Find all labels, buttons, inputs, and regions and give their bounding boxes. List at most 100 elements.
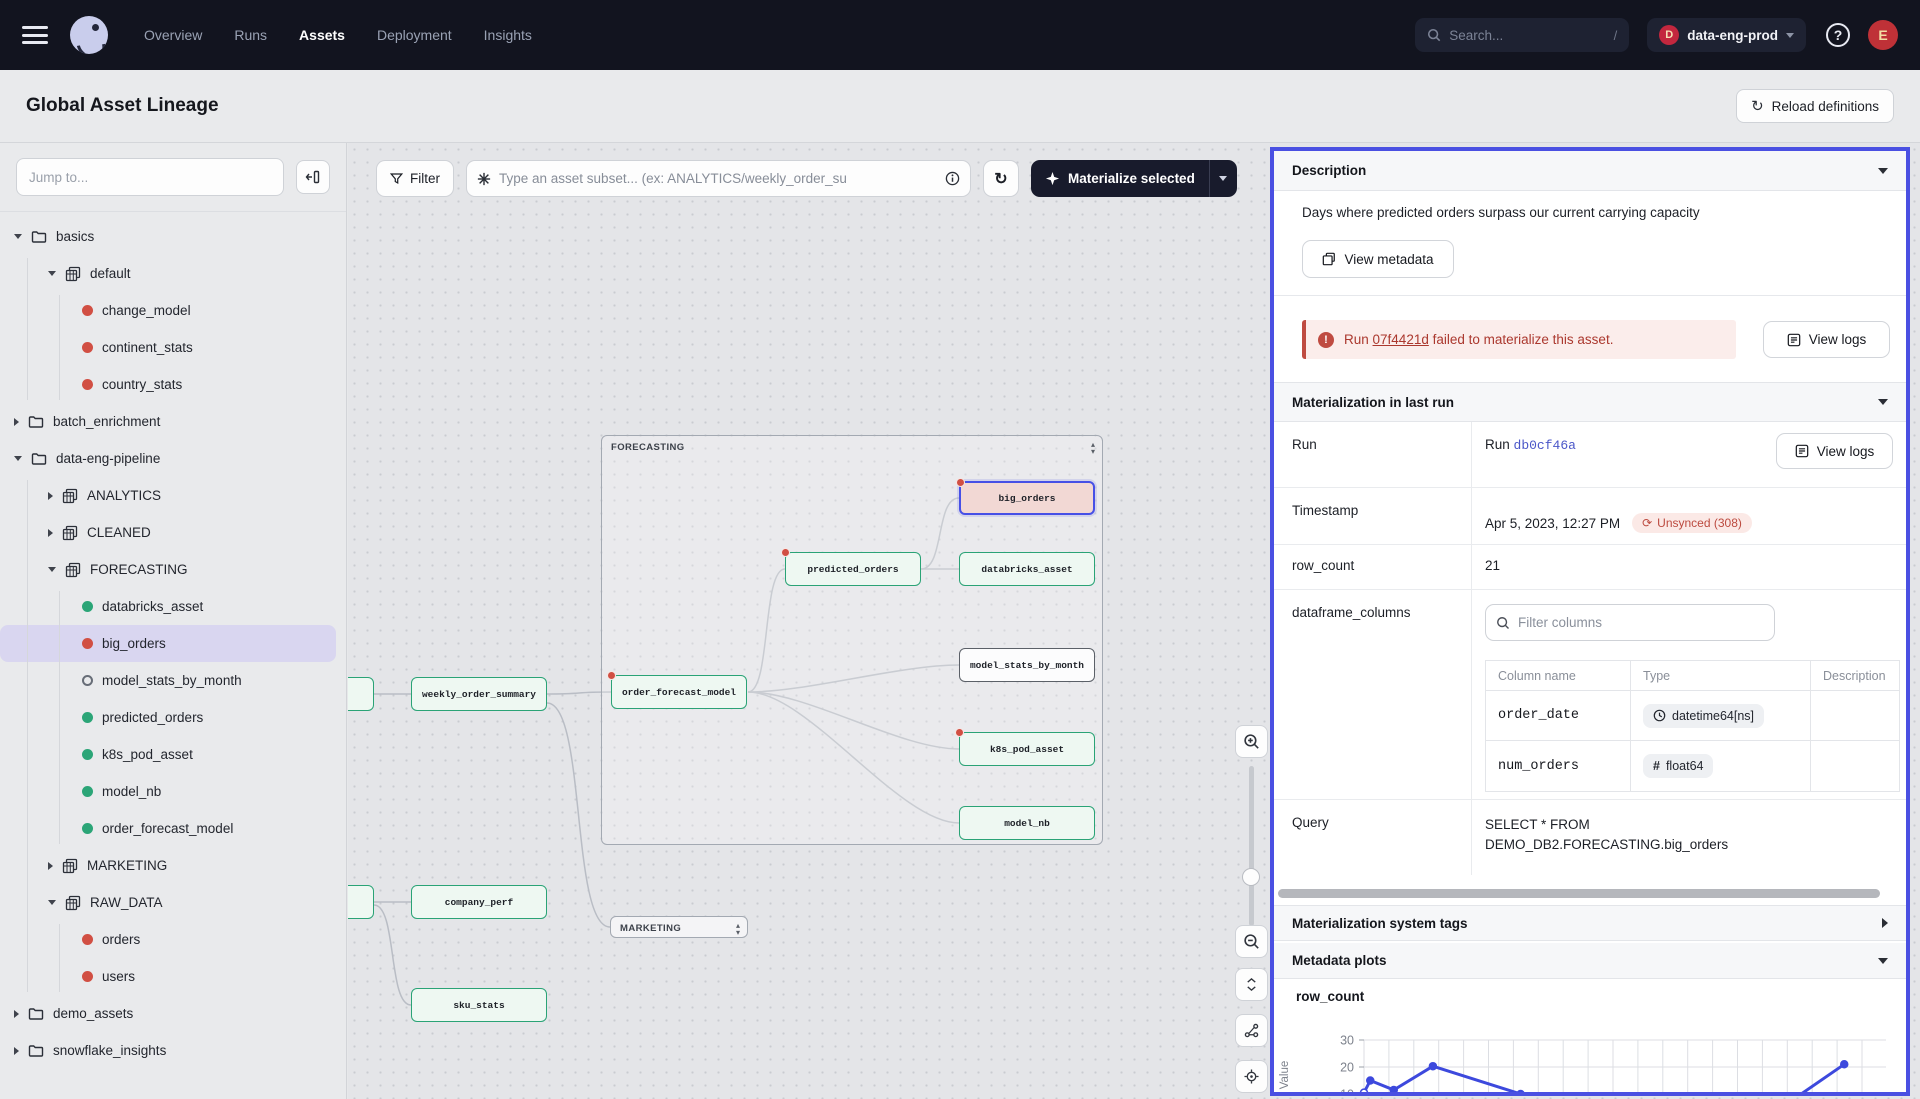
group-box-marketing[interactable]: MARKETING▴▾	[610, 916, 748, 938]
caret-right-icon[interactable]	[48, 529, 53, 537]
asset-node-predicted_orders[interactable]: predicted_orders	[785, 552, 921, 586]
asset-node-sku_stats[interactable]: sku_stats	[411, 988, 547, 1022]
materialize-selected-button[interactable]: Materialize selected	[1031, 160, 1237, 197]
materialize-main[interactable]: Materialize selected	[1031, 160, 1209, 197]
sidebar-item-CLEANED[interactable]: CLEANED	[0, 514, 346, 551]
expand-group-icon[interactable]: ▴▾	[736, 922, 740, 936]
clock-icon	[1653, 709, 1666, 722]
help-icon[interactable]: ?	[1826, 23, 1850, 47]
nav-item-assets[interactable]: Assets	[299, 27, 345, 43]
caret-down-icon[interactable]	[14, 234, 22, 239]
filter-columns-input[interactable]	[1518, 615, 1764, 630]
chevron-down-icon[interactable]	[1878, 168, 1888, 174]
caret-right-icon[interactable]	[14, 1047, 19, 1055]
caret-right-icon[interactable]	[14, 1010, 19, 1018]
asset-node-company_perf[interactable]: company_perf	[411, 885, 547, 919]
sidebar-item-ANALYTICS[interactable]: ANALYTICS	[0, 477, 346, 514]
run-id[interactable]: db0cf46a	[1514, 438, 1576, 453]
sidebar-item-default[interactable]: default	[0, 255, 346, 292]
caret-right-icon[interactable]	[14, 418, 19, 426]
view-logs-button[interactable]: View logs	[1763, 321, 1890, 358]
jump-to-input[interactable]	[16, 158, 284, 196]
search-icon	[1496, 616, 1510, 630]
caret-down-icon[interactable]	[48, 271, 56, 276]
sidebar-item-orders[interactable]: orders	[0, 921, 346, 958]
reload-definitions-button[interactable]: ↻ Reload definitions	[1736, 89, 1894, 123]
unsynced-badge[interactable]: ⟳Unsynced (308)	[1632, 513, 1752, 533]
metadata-plots-section-header[interactable]: Metadata plots	[1274, 943, 1906, 979]
asset-node-model_nb[interactable]: model_nb	[959, 806, 1095, 840]
zoom-slider-track[interactable]	[1249, 766, 1254, 926]
view-metadata-button[interactable]: View metadata	[1302, 240, 1454, 278]
caret-right-icon[interactable]	[48, 492, 53, 500]
sidebar-item-RAW_DATA[interactable]: RAW_DATA	[0, 884, 346, 921]
horizontal-scrollbar[interactable]	[1278, 889, 1880, 898]
caret-down-icon[interactable]	[48, 567, 56, 572]
dagster-logo-icon[interactable]	[70, 16, 108, 54]
nav-item-overview[interactable]: Overview	[144, 27, 202, 43]
sidebar-item-k8s_pod_asset[interactable]: k8s_pod_asset	[0, 736, 346, 773]
asset-node-partial[interactable]	[348, 885, 374, 919]
locate-button[interactable]	[1235, 1060, 1268, 1093]
plot-title: row_count	[1296, 989, 1364, 1004]
menu-icon[interactable]	[22, 26, 48, 44]
sidebar-item-model_nb[interactable]: model_nb	[0, 773, 346, 810]
collapse-groups-button[interactable]	[1235, 968, 1268, 1001]
description-section-header[interactable]: Description	[1274, 151, 1906, 191]
sidebar-item-databricks_asset[interactable]: databricks_asset	[0, 588, 346, 625]
chevron-right-icon[interactable]	[1882, 918, 1888, 928]
sidebar-item-big_orders[interactable]: big_orders	[0, 625, 336, 662]
materialize-dropdown[interactable]	[1209, 160, 1237, 197]
sidebar-item-FORECASTING[interactable]: FORECASTING	[0, 551, 346, 588]
zoom-slider-handle[interactable]	[1242, 868, 1260, 886]
asset-node-label: sku_stats	[453, 1000, 504, 1011]
search-input[interactable]: Search... /	[1415, 18, 1629, 52]
sidebar-item-change_model[interactable]: change_model	[0, 292, 346, 329]
avatar[interactable]: E	[1868, 20, 1898, 50]
caret-down-icon[interactable]	[14, 456, 22, 461]
sidebar-item-country_stats[interactable]: country_stats	[0, 366, 346, 403]
deployment-switcher[interactable]: D data-eng-prod	[1647, 18, 1806, 52]
asset-subset-input[interactable]	[499, 171, 937, 186]
graph-layout-button[interactable]	[1235, 1014, 1268, 1047]
sidebar-item-predicted_orders[interactable]: predicted_orders	[0, 699, 346, 736]
status-dot-ok	[82, 712, 93, 723]
chevron-down-icon[interactable]	[1878, 399, 1888, 405]
asset-node-partial[interactable]	[348, 677, 374, 711]
asset-node-k8s_pod_asset[interactable]: k8s_pod_asset	[959, 732, 1095, 766]
sidebar-item-snowflake_insights[interactable]: snowflake_insights	[0, 1032, 346, 1069]
collapse-group-icon[interactable]: ▴▾	[1091, 441, 1095, 455]
zoom-out-button[interactable]	[1235, 925, 1268, 958]
row-count-value: 21	[1472, 545, 1906, 589]
asset-node-model_stats_by_month[interactable]: model_stats_by_month	[959, 648, 1095, 682]
nav-item-runs[interactable]: Runs	[234, 27, 267, 43]
caret-down-icon[interactable]	[48, 900, 56, 905]
info-icon[interactable]	[945, 171, 960, 186]
sidebar-item-model_stats_by_month[interactable]: model_stats_by_month	[0, 662, 346, 699]
sidebar-item-users[interactable]: users	[0, 958, 346, 995]
sidebar-item-label: change_model	[102, 303, 191, 318]
sidebar-item-demo_assets[interactable]: demo_assets	[0, 995, 346, 1032]
collapse-sidebar-button[interactable]	[296, 160, 330, 194]
asset-node-databricks_asset[interactable]: databricks_asset	[959, 552, 1095, 586]
view-logs-button[interactable]: View logs	[1776, 433, 1893, 469]
zoom-in-button[interactable]	[1235, 725, 1268, 758]
asset-node-big_orders[interactable]: big_orders	[959, 481, 1095, 515]
sidebar-item-data-eng-pipeline[interactable]: data-eng-pipeline	[0, 440, 346, 477]
caret-right-icon[interactable]	[48, 862, 53, 870]
sidebar-item-continent_stats[interactable]: continent_stats	[0, 329, 346, 366]
sidebar-item-order_forecast_model[interactable]: order_forecast_model	[0, 810, 346, 847]
system-tags-section-header[interactable]: Materialization system tags	[1274, 905, 1906, 941]
asset-node-order_forecast_model[interactable]: order_forecast_model	[611, 675, 747, 709]
sidebar-item-MARKETING[interactable]: MARKETING	[0, 847, 346, 884]
filter-button[interactable]: Filter	[376, 160, 454, 197]
materialization-section-header[interactable]: Materialization in last run	[1274, 382, 1906, 422]
run-id-link[interactable]: 07f4421d	[1373, 332, 1429, 347]
refresh-graph-button[interactable]: ↻	[983, 160, 1019, 197]
sidebar-item-batch_enrichment[interactable]: batch_enrichment	[0, 403, 346, 440]
asset-node-weekly_order_summary[interactable]: weekly_order_summary	[411, 677, 547, 711]
nav-item-insights[interactable]: Insights	[484, 27, 532, 43]
sidebar-item-basics[interactable]: basics	[0, 218, 346, 255]
nav-item-deployment[interactable]: Deployment	[377, 27, 452, 43]
chevron-down-icon[interactable]	[1878, 958, 1888, 964]
